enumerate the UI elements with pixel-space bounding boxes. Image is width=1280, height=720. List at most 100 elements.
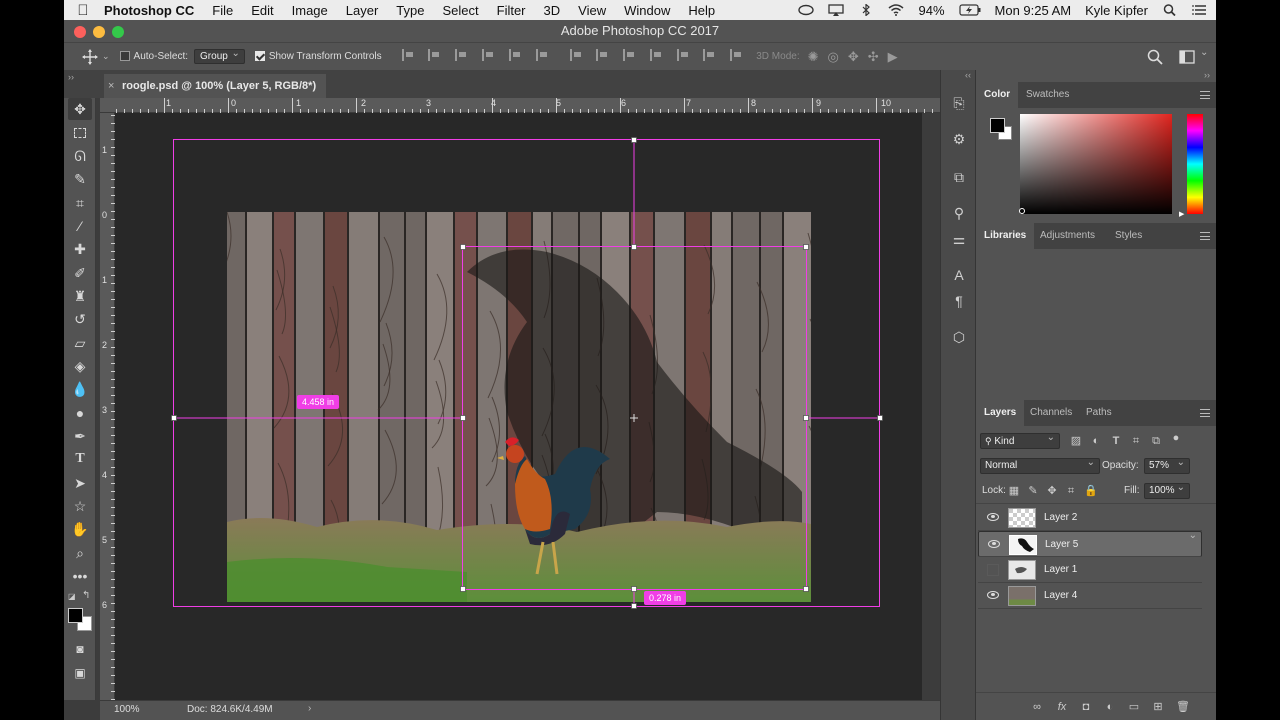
color-picker-marker[interactable] [1019,208,1025,214]
tab-color[interactable]: Color [976,82,1019,108]
filter-toggle-icon[interactable]: ● [1170,432,1182,444]
lock-all-icon[interactable]: 🔒 [1084,485,1098,497]
color-panel-menu-icon[interactable] [1200,91,1210,99]
hue-slider-thumb[interactable]: ▶ [1179,210,1184,218]
fill-field[interactable]: 100% [1144,481,1190,499]
properties-panel-icon[interactable]: ⧉ [950,168,968,186]
transform-handle[interactable] [877,415,883,421]
filter-type-icon[interactable]: T [1110,435,1122,447]
brushes-panel-icon[interactable]: ⚲ [950,204,968,222]
visibility-off-box[interactable] [987,564,999,576]
layer-thumbnail [1009,535,1037,555]
transform-handle[interactable] [460,586,466,592]
filter-pixel-icon[interactable]: ▨ [1070,435,1082,447]
lock-transparent-icon[interactable]: ▦ [1008,485,1020,497]
notification-center-icon[interactable] [1192,4,1208,16]
color-fg-swatch[interactable] [990,118,1005,133]
transform-handle[interactable] [631,244,637,250]
transform-handle[interactable] [631,586,637,592]
layer-name[interactable]: Layer 1 [1044,564,1077,575]
visibility-eye-icon[interactable] [988,540,1000,548]
libraries-panel-body [976,250,1216,400]
tab-adjustments[interactable]: Adjustments [1032,223,1103,249]
filter-kind-label: Kind [994,436,1015,447]
bottom-distance-readout: 0.278 in [644,591,687,605]
opacity-field[interactable]: 57% [1144,456,1190,474]
transform-handle[interactable] [460,244,466,250]
transform-overlay[interactable] [64,0,940,700]
3d-panel-icon[interactable]: ⬡ [950,328,968,346]
layer-name[interactable]: Layer 5 [1045,539,1078,550]
tab-paths[interactable]: Paths [1078,400,1120,426]
status-menu-arrow-icon[interactable]: › [308,703,311,714]
menu-clock[interactable]: Mon 9:25 AM [995,3,1072,18]
workspace-switcher-icon[interactable] [1179,50,1195,64]
layers-panel-menu-icon[interactable] [1200,409,1210,417]
layers-footer: ∞ fx ◘ ◐ ▭ ⊞ 🗑 [976,692,1216,720]
spotlight-search-icon[interactable] [1162,4,1178,16]
expand-panels-icon[interactable]: ‹‹ [965,70,971,80]
visibility-eye-icon[interactable] [987,591,999,599]
lock-image-icon[interactable]: ✎ [1027,485,1039,497]
transform-handle[interactable] [631,603,637,609]
libraries-panel-tabs: Libraries Adjustments Styles [976,223,1216,249]
transform-handle[interactable] [803,415,809,421]
lock-position-icon[interactable]: ✥ [1046,485,1058,497]
color-picker-field[interactable] [1020,114,1172,214]
lock-label: Lock: [982,485,1006,496]
fill-label: Fill: [1124,485,1140,496]
layer-name[interactable]: Layer 4 [1044,590,1077,601]
transform-handle[interactable] [803,244,809,250]
layers-panel-tabs: Layers Channels Paths [976,400,1216,426]
layer-row[interactable]: Layer 4 [978,583,1202,609]
zoom-level[interactable]: 100% [114,704,140,715]
layer-thumbnail [1008,560,1036,580]
collapsed-panels-strip: ‹‹ ⎘ ⚙ ⧉ ⚲ ⚌ A ¶ ⬡ [940,70,976,720]
filter-adjustment-icon[interactable]: ◐ [1090,435,1102,447]
learn-panel-icon[interactable]: ⚙ [950,130,968,148]
layers-divider [976,503,1216,504]
search-icon[interactable] [1147,49,1163,65]
layer-filter-kind-dropdown[interactable]: ⚲ Kind [980,431,1060,449]
tab-layers[interactable]: Layers [976,400,1025,426]
new-adjustment-layer-icon[interactable]: ◐ [1104,701,1116,713]
new-layer-icon[interactable]: ⊞ [1152,701,1164,713]
hue-slider[interactable] [1187,114,1203,214]
menu-user-name[interactable]: Kyle Kipfer [1085,3,1148,18]
tab-styles[interactable]: Styles [1107,223,1150,249]
workspace-chevron-icon[interactable]: ⌄ [1200,47,1208,58]
libraries-panel-menu-icon[interactable] [1200,232,1210,240]
filter-smart-object-icon[interactable]: ⧉ [1150,435,1162,447]
paragraph-panel-icon[interactable]: ¶ [950,292,968,310]
left-distance-readout: 4.458 in [297,395,340,409]
visibility-eye-icon[interactable] [987,513,999,521]
layer-row[interactable]: Layer 5 [978,530,1202,557]
transform-handle[interactable] [803,586,809,592]
tab-libraries[interactable]: Libraries [976,223,1035,249]
filter-shape-icon[interactable]: ⌗ [1130,435,1142,447]
filter-search-icon: ⚲ [985,436,992,446]
tab-swatches[interactable]: Swatches [1018,82,1077,108]
transform-handle[interactable] [460,415,466,421]
layer-name[interactable]: Layer 2 [1044,512,1077,523]
layer-style-fx-icon[interactable]: fx [1056,701,1068,713]
delete-layer-icon[interactable]: 🗑 [1176,701,1190,713]
tab-channels[interactable]: Channels [1022,400,1080,426]
add-mask-icon[interactable]: ◘ [1080,701,1092,713]
layer-row[interactable]: Layer 1 [978,557,1202,583]
collapse-panels-icon[interactable]: ›› [1204,70,1210,80]
new-group-icon[interactable]: ▭ [1128,701,1140,713]
layer-row[interactable]: Layer 2 [978,505,1202,531]
blend-mode-dropdown[interactable]: Normal [980,456,1100,474]
link-layers-icon[interactable]: ∞ [1031,701,1043,713]
battery-icon[interactable] [958,4,981,16]
opacity-label: Opacity: [1102,460,1139,471]
lock-artboard-icon[interactable]: ⌗ [1065,485,1077,497]
brush-settings-panel-icon[interactable]: ⚌ [950,230,968,248]
history-panel-icon[interactable]: ⎘ [950,94,968,112]
transform-handle[interactable] [171,415,177,421]
character-panel-icon[interactable]: A [950,266,968,284]
transform-handle[interactable] [631,137,637,143]
color-panel-tabs: Color Swatches [976,82,1216,108]
document-size-info[interactable]: Doc: 824.6K/4.49M [187,704,273,715]
